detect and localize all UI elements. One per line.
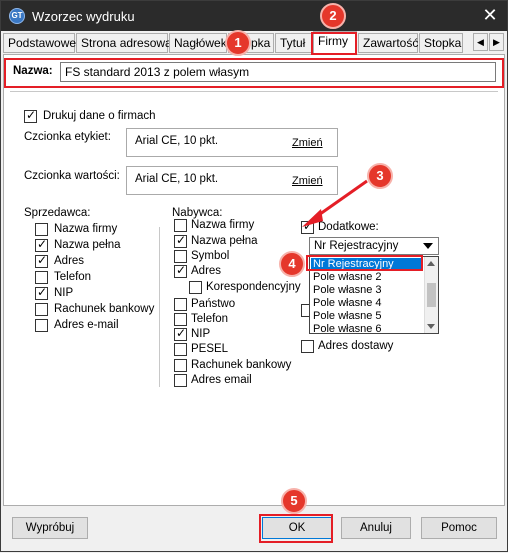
callout-arrow	[302, 179, 368, 227]
callout-badge-5: 5	[281, 488, 307, 514]
callout-badge-3: 3	[367, 163, 393, 189]
callout-badge-4: 4	[279, 251, 305, 277]
callout-badge-1: 1	[225, 30, 251, 56]
callout-badge-2: 2	[320, 3, 346, 29]
print-template-dialog: GT Wzorzec wydruku ✕ Podstawowe Strona a…	[0, 0, 508, 552]
